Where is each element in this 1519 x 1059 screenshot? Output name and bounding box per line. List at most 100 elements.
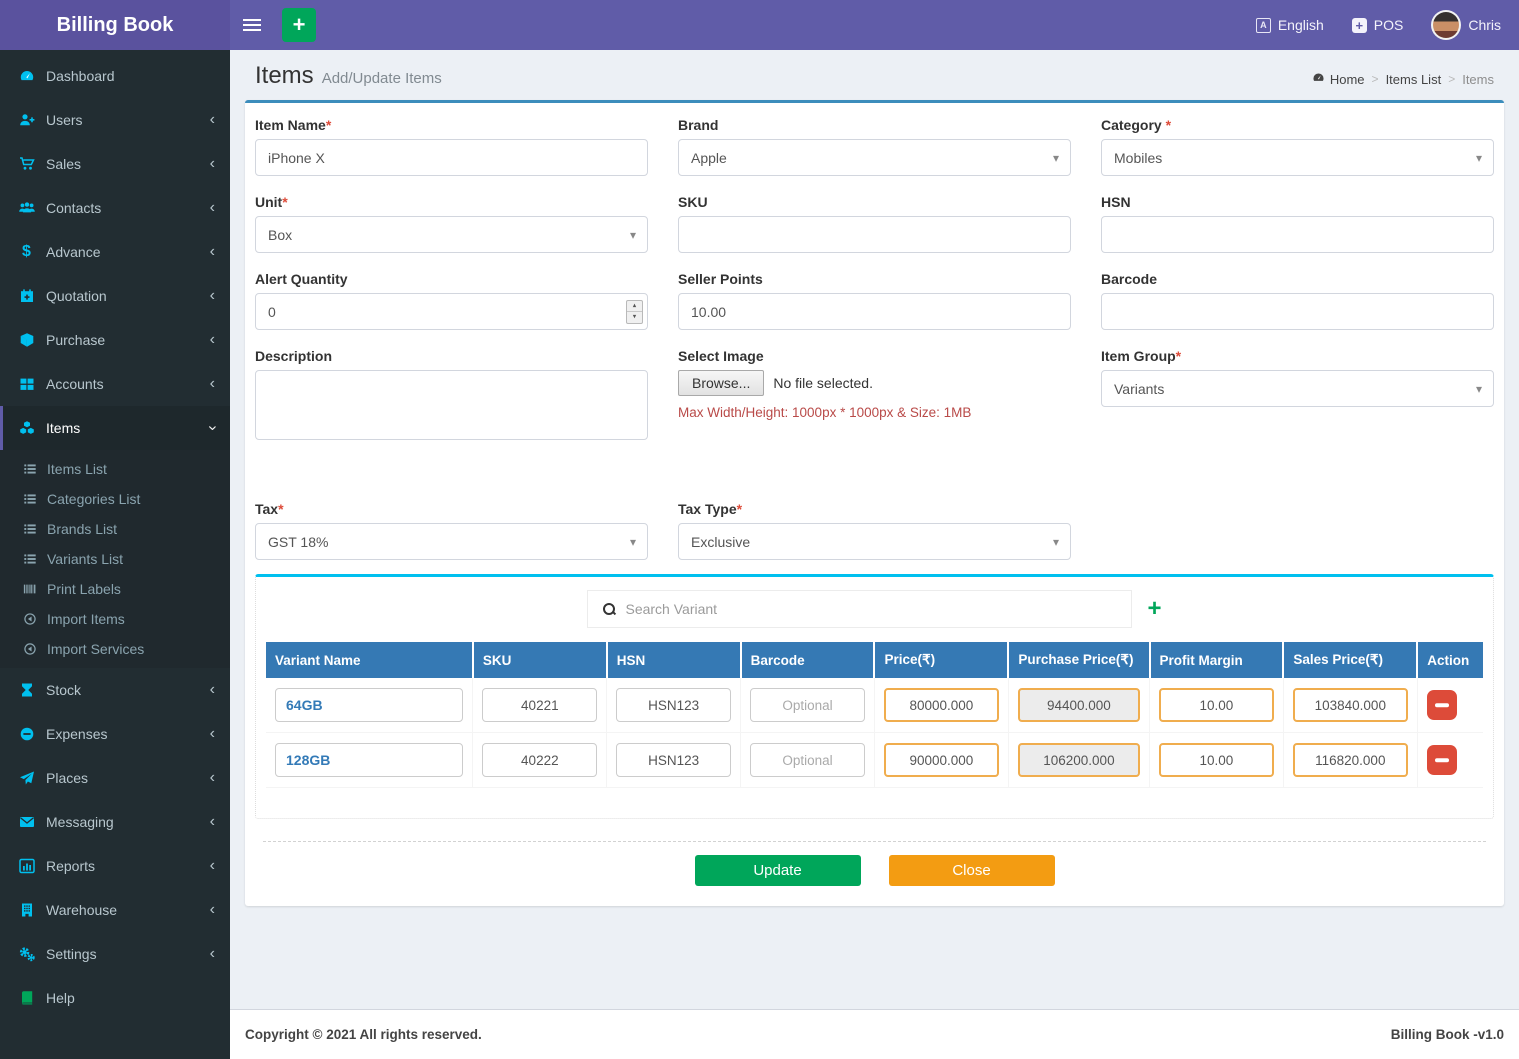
chevron-down-icon: ▾ <box>1052 534 1059 549</box>
sku-label: SKU <box>678 194 708 210</box>
sidebar-subitem-items-list[interactable]: Items List <box>0 454 230 484</box>
breadcrumb-items-list[interactable]: Items List <box>1386 72 1442 87</box>
sidebar-item-items[interactable]: Items ‹ <box>0 406 230 450</box>
hsn-field[interactable] <box>1101 216 1494 253</box>
barcode-field[interactable] <box>1101 293 1494 330</box>
field-unit: Unit* Box ▾ <box>255 194 648 253</box>
breadcrumb: Home > Items List > Items <box>1312 71 1494 90</box>
brand-logo[interactable]: Billing Book <box>0 0 230 50</box>
seller-points-field[interactable] <box>678 293 1071 330</box>
sidebar-item-quotation[interactable]: Quotation ‹ <box>0 274 230 318</box>
variant-hsn-field[interactable] <box>616 743 732 777</box>
alert-quantity-stepper[interactable] <box>255 293 648 330</box>
hamburger-menu-icon[interactable] <box>230 0 274 50</box>
variant-purchase-price-field <box>1017 688 1140 722</box>
browse-button[interactable]: Browse... <box>678 370 765 396</box>
sidebar-subitem-brands-list[interactable]: Brands List <box>0 514 230 544</box>
variant-price-field[interactable] <box>883 688 999 722</box>
main-area: Items Add/Update Items Home > Items List > … <box>230 50 1519 1059</box>
sidebar-item-accounts[interactable]: Accounts ‹ <box>0 362 230 406</box>
sidebar-item-advance[interactable]: $ Advance ‹ <box>0 230 230 274</box>
variant-purchase-price-field <box>1017 743 1140 777</box>
sidebar-item-label: Help <box>46 990 75 1006</box>
chart-icon <box>18 858 35 874</box>
cart-icon <box>18 156 35 172</box>
variant-profit-margin-field[interactable] <box>1159 743 1274 777</box>
sidebar-item-warehouse[interactable]: Warehouse ‹ <box>0 888 230 932</box>
hourglass-icon <box>18 682 35 698</box>
variant-sales-price-field[interactable] <box>1292 688 1408 722</box>
item-group-select[interactable]: Variants ▾ <box>1101 370 1494 407</box>
sidebar-item-label: Users <box>46 112 83 128</box>
variant-price-field[interactable] <box>883 743 999 777</box>
sidebar-item-users[interactable]: Users ‹ <box>0 98 230 142</box>
variant-hsn-field[interactable] <box>616 688 732 722</box>
sku-field[interactable] <box>678 216 1071 253</box>
item-name-field[interactable] <box>255 139 648 176</box>
book-icon <box>18 990 35 1006</box>
variant-search-input[interactable] <box>625 601 1132 617</box>
quick-add-button[interactable]: + <box>282 8 316 42</box>
calendar-plus-icon <box>18 288 35 304</box>
variant-barcode-field[interactable] <box>750 743 865 777</box>
breadcrumb-home[interactable]: Home <box>1312 71 1365 87</box>
variant-barcode-field[interactable] <box>750 688 865 722</box>
number-spinner-icon[interactable]: ▴ ▾ <box>626 299 643 324</box>
variant-name-field[interactable] <box>275 688 464 722</box>
sidebar-subitem-categories-list[interactable]: Categories List <box>0 484 230 514</box>
sidebar-item-label: Reports <box>46 858 96 874</box>
field-description: Description <box>255 348 648 445</box>
sidebar-item-purchase[interactable]: Purchase ‹ <box>0 318 230 362</box>
remove-variant-button[interactable] <box>1426 745 1457 775</box>
footer: Copyright © 2021 All rights reserved. Bi… <box>230 1009 1519 1059</box>
add-variant-button[interactable]: + <box>1147 597 1161 621</box>
chevron-left-icon: ‹ <box>209 243 215 260</box>
variant-sales-price-field[interactable] <box>1292 743 1408 777</box>
variant-profit-margin-field[interactable] <box>1159 688 1274 722</box>
remove-variant-button[interactable] <box>1426 690 1457 720</box>
gauge-icon <box>18 68 35 84</box>
sidebar-item-dashboard[interactable]: Dashboard <box>0 54 230 98</box>
unit-select[interactable]: Box ▾ <box>255 216 648 253</box>
plus-square-icon: + <box>1351 17 1367 33</box>
item-name-label: Item Name* <box>255 117 332 133</box>
sidebar-item-messaging[interactable]: Messaging ‹ <box>0 800 230 844</box>
chevron-left-icon: ‹ <box>209 769 215 786</box>
language-selector[interactable]: A English <box>1255 17 1324 33</box>
sidebar-subitem-import-items[interactable]: Import Items <box>0 604 230 634</box>
sidebar-item-reports[interactable]: Reports ‹ <box>0 844 230 888</box>
sidebar-subitem-label: Import Services <box>47 641 145 657</box>
sidebar-item-contacts[interactable]: Contacts ‹ <box>0 186 230 230</box>
breadcrumb-separator: > <box>1448 72 1456 86</box>
list-icon <box>22 522 37 536</box>
variant-name-field[interactable] <box>275 743 464 777</box>
sidebar-item-places[interactable]: Places ‹ <box>0 756 230 800</box>
sidebar-item-label: Advance <box>46 244 101 260</box>
field-seller-points: Seller Points <box>678 271 1071 330</box>
column-header-sales-price: Sales Price(₹) <box>1283 642 1419 678</box>
pos-button[interactable]: + POS <box>1351 17 1403 33</box>
variant-sku-field[interactable] <box>482 743 598 777</box>
brand-select[interactable]: Apple ▾ <box>678 139 1071 176</box>
sidebar-subitem-print-labels[interactable]: Print Labels <box>0 574 230 604</box>
variant-sku-field[interactable] <box>482 688 598 722</box>
update-button[interactable]: Update <box>694 855 861 886</box>
description-field[interactable] <box>255 370 648 440</box>
column-header-action: Action <box>1417 642 1483 678</box>
close-button[interactable]: Close <box>888 855 1055 886</box>
sidebar-item-settings[interactable]: Settings ‹ <box>0 932 230 976</box>
user-menu[interactable]: Chris <box>1431 10 1501 40</box>
category-select[interactable]: Mobiles ▾ <box>1101 139 1494 176</box>
sidebar-item-help[interactable]: Help <box>0 976 230 1020</box>
sidebar-subitem-import-services[interactable]: Import Services <box>0 634 230 664</box>
sidebar-item-sales[interactable]: Sales ‹ <box>0 142 230 186</box>
chevron-left-icon: ‹ <box>209 725 215 742</box>
tax-select[interactable]: GST 18% ▾ <box>255 523 648 560</box>
sidebar-item-stock[interactable]: Stock ‹ <box>0 668 230 712</box>
envelope-icon <box>18 814 35 830</box>
chevron-left-icon: ‹ <box>209 901 215 918</box>
tax-type-select[interactable]: Exclusive ▾ <box>678 523 1071 560</box>
sidebar-item-expenses[interactable]: Expenses ‹ <box>0 712 230 756</box>
chevron-left-icon: ‹ <box>209 111 215 128</box>
sidebar-subitem-variants-list[interactable]: Variants List <box>0 544 230 574</box>
